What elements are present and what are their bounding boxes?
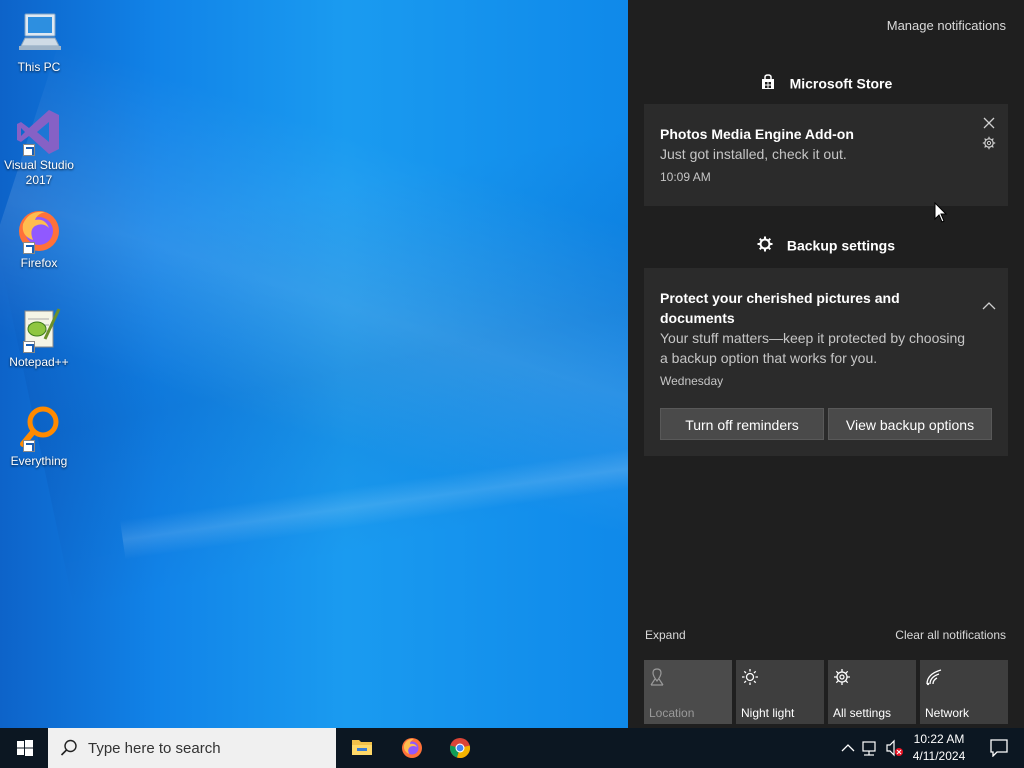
- clock-date: 4/11/2024: [912, 749, 966, 763]
- clock-time: 10:22 AM: [913, 732, 965, 746]
- this-pc-icon: [15, 10, 63, 58]
- notification-title: Protect your cherished pictures and docu…: [660, 290, 900, 326]
- quick-action-network[interactable]: Network: [920, 660, 1008, 724]
- notification-card[interactable]: Photos Media Engine Add-on Just got inst…: [644, 104, 1008, 206]
- search-icon: [60, 739, 78, 762]
- desktop-icon-this-pc[interactable]: This PC: [4, 10, 74, 75]
- notepadpp-icon: [15, 305, 63, 353]
- view-backup-options-button[interactable]: View backup options: [828, 408, 992, 440]
- firefox-icon: [15, 206, 63, 254]
- manage-notifications-link[interactable]: Manage notifications: [887, 18, 1006, 33]
- desktop-icon-firefox[interactable]: Firefox: [4, 206, 74, 271]
- start-button[interactable]: [0, 728, 48, 768]
- search-placeholder: Type here to search: [88, 740, 221, 757]
- file-explorer-icon: [351, 737, 373, 762]
- network-icon[interactable]: [860, 728, 882, 768]
- night-light-icon: [741, 668, 759, 691]
- desktop-icon-label: Notepad++: [9, 355, 69, 369]
- shortcut-arrow-icon: [23, 144, 35, 156]
- desktop-icon-label: Visual Studio 2017: [4, 158, 74, 187]
- group-title: Backup settings: [786, 237, 896, 254]
- network-icon: [925, 668, 943, 691]
- desktop-icon-label: Firefox: [20, 256, 58, 270]
- close-icon[interactable]: [982, 116, 996, 135]
- taskbar-search-box[interactable]: Type here to search: [48, 728, 336, 768]
- gear-icon[interactable]: [982, 136, 996, 155]
- taskbar-file-explorer[interactable]: [338, 728, 386, 768]
- desktop-icon-visual-studio[interactable]: Visual Studio 2017: [4, 108, 74, 188]
- store-icon: [760, 74, 776, 93]
- volume-muted-icon[interactable]: [884, 728, 906, 768]
- quick-action-location[interactable]: Location: [644, 660, 732, 724]
- group-header-microsoft-store[interactable]: Microsoft Store: [628, 74, 1024, 93]
- action-center: Manage notifications Microsoft Store Pho…: [628, 0, 1024, 728]
- shortcut-arrow-icon: [23, 341, 35, 353]
- notification-icon: [990, 739, 1008, 762]
- chevron-up-icon[interactable]: [982, 298, 996, 316]
- desktop: This PC Visual Studio 2017 Firefox Notep…: [0, 0, 628, 728]
- notification-body: Just got installed, check it out.: [660, 146, 847, 162]
- quick-action-night-light[interactable]: Night light: [736, 660, 824, 724]
- quick-action-label: Network: [925, 706, 970, 720]
- quick-action-label: Location: [649, 706, 695, 720]
- gear-icon: [833, 668, 851, 691]
- group-header-backup-settings[interactable]: Backup settings: [628, 236, 1024, 255]
- taskbar-chrome[interactable]: [436, 728, 484, 768]
- quick-action-label: All settings: [833, 706, 892, 720]
- quick-action-all-settings[interactable]: All settings: [828, 660, 916, 724]
- turn-off-reminders-button[interactable]: Turn off reminders: [660, 408, 824, 440]
- location-icon: [649, 668, 665, 691]
- taskbar-firefox[interactable]: [388, 728, 436, 768]
- desktop-icon-everything[interactable]: Everything: [4, 404, 74, 469]
- notification-title: Photos Media Engine Add-on: [660, 126, 854, 142]
- gear-icon: [757, 236, 773, 255]
- taskbar: Type here to search 10:22 AM 4/11/2024: [0, 728, 1024, 768]
- quick-action-label: Night light: [741, 706, 795, 720]
- shortcut-arrow-icon: [23, 440, 35, 452]
- show-hidden-icons-button[interactable]: [838, 728, 858, 768]
- group-title: Microsoft Store: [789, 75, 893, 92]
- notification-body: Your stuff matters—keep it protected by …: [660, 330, 966, 366]
- notification-time: Wednesday: [660, 374, 724, 388]
- visual-studio-icon: [15, 108, 63, 156]
- mouse-cursor-icon: [934, 201, 948, 229]
- chrome-icon: [449, 737, 471, 764]
- desktop-icon-notepadpp[interactable]: Notepad++: [4, 305, 74, 370]
- expand-link[interactable]: Expand: [645, 628, 686, 642]
- taskbar-clock[interactable]: 10:22 AM 4/11/2024: [906, 731, 972, 765]
- shortcut-arrow-icon: [23, 242, 35, 254]
- clear-all-notifications-link[interactable]: Clear all notifications: [895, 628, 1006, 642]
- desktop-icon-label: This PC: [17, 60, 61, 74]
- firefox-icon: [401, 737, 423, 764]
- notification-time: 10:09 AM: [660, 170, 711, 184]
- everything-icon: [15, 404, 63, 452]
- action-center-button[interactable]: [974, 728, 1024, 768]
- desktop-icon-label: Everything: [10, 454, 68, 468]
